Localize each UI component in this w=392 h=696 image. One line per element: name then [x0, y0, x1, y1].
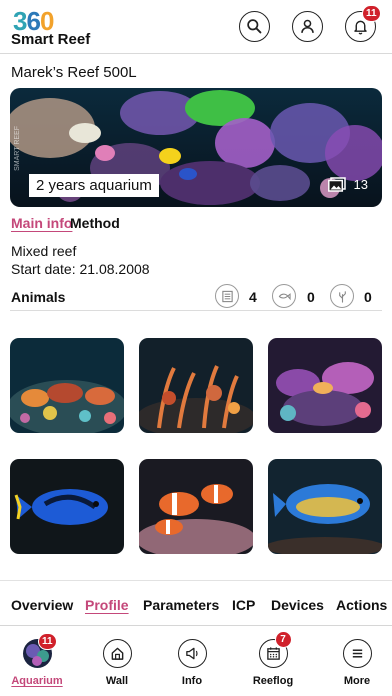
- profile-button[interactable]: [292, 11, 323, 42]
- user-icon: [301, 19, 314, 33]
- coral-icon: [338, 290, 346, 303]
- gallery-photo-4[interactable]: [10, 459, 124, 554]
- photo-count[interactable]: 13: [327, 177, 368, 192]
- animals-summary: Animals 4 0 0: [10, 283, 382, 311]
- photo-count-value: 13: [353, 177, 368, 192]
- section-tabs: Overview Profile Parameters ICP Devices …: [0, 580, 392, 626]
- logo-text: Smart Reef: [11, 31, 91, 48]
- list-icon: [221, 290, 233, 302]
- nav-info[interactable]: Info: [157, 639, 227, 687]
- stat-fish-button[interactable]: [272, 284, 296, 308]
- tab-overview[interactable]: Overview: [11, 597, 73, 613]
- reeflog-badge: 7: [274, 631, 292, 648]
- hero-caption: 2 years aquarium: [29, 174, 159, 197]
- nav-info-label: Info: [181, 675, 203, 687]
- nav-reeflog-label: Reeflog: [252, 675, 294, 687]
- blue-tang-photo: [10, 459, 124, 554]
- tab-devices[interactable]: Devices: [271, 597, 324, 613]
- menu-icon: [352, 649, 362, 658]
- bottom-navigation: 11 Aquarium Wall Info 7 Reeflog More: [0, 627, 392, 696]
- start-date: Start date: 21.08.2008: [11, 261, 150, 277]
- gallery-photo-1[interactable]: [10, 338, 124, 433]
- app-header: 360 Smart Reef 11: [0, 0, 392, 54]
- tab-profile[interactable]: Profile: [85, 597, 129, 613]
- wall-button: [102, 639, 132, 668]
- tab-method[interactable]: Method: [70, 215, 120, 231]
- hero-side-text: SMART REEF: [14, 126, 21, 171]
- reef-photo-1: [10, 338, 124, 433]
- nav-wall[interactable]: Wall: [82, 639, 152, 687]
- nav-aquarium-label: Aquarium: [11, 675, 63, 687]
- stat-fish-value: 0: [307, 289, 315, 305]
- gallery-photo-2[interactable]: [139, 338, 253, 433]
- tang-photo: [268, 459, 382, 554]
- nav-more[interactable]: More: [322, 639, 392, 687]
- notification-badge: 11: [362, 5, 381, 22]
- nav-more-label: More: [343, 675, 371, 687]
- megaphone-icon: [185, 647, 198, 660]
- tab-icp[interactable]: ICP: [232, 597, 255, 613]
- tab-actions[interactable]: Actions: [336, 597, 387, 613]
- nav-wall-label: Wall: [105, 675, 129, 687]
- nav-aquarium[interactable]: 11 Aquarium: [2, 633, 72, 687]
- tab-parameters[interactable]: Parameters: [143, 597, 219, 613]
- aquarium-hero-image[interactable]: SMART REEF 2 years aquarium 13: [10, 88, 382, 207]
- search-button[interactable]: [239, 11, 270, 42]
- gallery-icon: [327, 177, 346, 192]
- gallery-photo-5[interactable]: [139, 459, 253, 554]
- home-icon: [111, 647, 123, 660]
- smart-reef-logo[interactable]: 360 Smart Reef: [11, 6, 93, 48]
- reef-photo-2: [139, 338, 253, 433]
- animals-label: Animals: [11, 289, 66, 305]
- aquarium-title: Marek’s Reef 500L: [11, 64, 137, 81]
- calendar-icon: [266, 647, 280, 660]
- info-button: [177, 639, 207, 668]
- search-icon: [247, 19, 262, 34]
- gallery-photo-3[interactable]: [268, 338, 382, 433]
- reeflog-button: 7: [258, 631, 292, 668]
- tab-main-info[interactable]: Main info: [11, 215, 72, 231]
- gallery-photo-6[interactable]: [268, 459, 382, 554]
- stat-coral-value: 0: [364, 289, 372, 305]
- stat-list-button[interactable]: [215, 284, 239, 308]
- stat-coral-button[interactable]: [330, 284, 354, 308]
- more-button: [342, 639, 372, 668]
- clownfish-photo: [139, 459, 253, 554]
- stat-list-value: 4: [249, 289, 257, 305]
- notifications-button[interactable]: 11: [345, 5, 381, 42]
- aquarium-badge: 11: [38, 633, 57, 650]
- reef-type: Mixed reef: [11, 243, 77, 259]
- nav-reeflog[interactable]: 7 Reeflog: [238, 631, 308, 687]
- fish-icon: [278, 292, 291, 300]
- reef-photo-3: [268, 338, 382, 433]
